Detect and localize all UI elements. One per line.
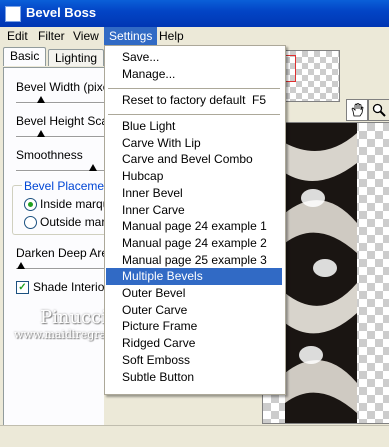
darken-deep-areas-label: Darken Deep Area: [16, 246, 115, 260]
bevel-width-label: Bevel Width (pixel: [16, 80, 113, 94]
menu-item-label: Ridged Carve: [122, 336, 196, 351]
menu-item-label: Picture Frame: [122, 319, 198, 334]
bevel-boss-window: Bevel Boss Edit Filter View Settings Hel…: [0, 0, 389, 447]
menu-item-preset-carve-with-lip[interactable]: Carve With Lip: [106, 135, 282, 152]
menu-item-label: Multiple Bevels: [122, 269, 203, 284]
status-bar: [0, 425, 389, 447]
menu-item-preset-hubcap[interactable]: Hubcap: [106, 168, 282, 185]
menu-settings[interactable]: Settings: [104, 27, 158, 45]
menu-item-preset-inner-carve[interactable]: Inner Carve: [106, 202, 282, 219]
menu-item-reset[interactable]: Reset to factory default F5: [106, 92, 282, 109]
bevel-height-thumb[interactable]: [37, 130, 45, 137]
inside-marquee-label: Inside marqu: [40, 197, 110, 211]
menu-item-preset-manual-page-25-example-3[interactable]: Manual page 25 example 3: [106, 252, 282, 269]
menu-separator: [108, 114, 280, 115]
menu-item-label: Inner Carve: [122, 202, 185, 217]
menu-item-label: Subtle Button: [122, 369, 195, 384]
hand-icon[interactable]: [346, 99, 368, 121]
menu-filter[interactable]: Filter: [33, 27, 70, 45]
menu-item-preset-manual-page-24-example-2[interactable]: Manual page 24 example 2: [106, 235, 282, 252]
darken-slider[interactable]: [16, 268, 104, 270]
menu-item-preset-subtle-button[interactable]: Subtle Button: [106, 369, 282, 386]
outside-marquee-radio[interactable]: [24, 216, 37, 229]
bevel-height-slider[interactable]: [16, 136, 104, 138]
menu-item-label: Inner Bevel: [122, 185, 183, 200]
tab-basic[interactable]: Basic: [3, 47, 47, 66]
menu-item-preset-picture-frame[interactable]: Picture Frame: [106, 318, 282, 335]
bevel-height-label: Bevel Height Scal: [16, 114, 111, 128]
darken-thumb[interactable]: [17, 262, 25, 269]
menu-item-label: Outer Carve: [122, 302, 188, 317]
title-bar[interactable]: Bevel Boss: [0, 0, 389, 27]
menu-item-save[interactable]: Save...: [106, 49, 282, 66]
menu-item-preset-manual-page-24-example-1[interactable]: Manual page 24 example 1: [106, 218, 282, 235]
menu-separator: [108, 88, 280, 89]
menu-item-preset-soft-emboss[interactable]: Soft Emboss: [106, 352, 282, 369]
menu-item-manage[interactable]: Manage...: [106, 66, 282, 83]
zoom-icon[interactable]: [368, 99, 389, 121]
menu-item-label: Manual page 25 example 3: [122, 252, 267, 267]
shade-interior-checkbox[interactable]: ✓: [16, 281, 29, 294]
tab-lighting[interactable]: Lighting: [48, 49, 105, 66]
menu-item-label: Carve and Bevel Combo: [122, 152, 253, 167]
bevel-width-thumb[interactable]: [37, 96, 45, 103]
menu-item-preset-ridged-carve[interactable]: Ridged Carve: [106, 335, 282, 352]
bevel-placement-label: Bevel Placemen: [22, 179, 113, 193]
window-title: Bevel Boss: [26, 5, 97, 20]
menu-item-label: Manual page 24 example 1: [122, 219, 267, 234]
menu-bar: Edit Filter View Settings Help: [0, 27, 389, 45]
menu-item-preset-inner-bevel[interactable]: Inner Bevel: [106, 185, 282, 202]
menu-item-preset-carve-and-bevel-combo[interactable]: Carve and Bevel Combo: [106, 151, 282, 168]
inside-marquee-radio[interactable]: [24, 198, 37, 211]
menu-item-label: Carve With Lip: [122, 135, 201, 150]
menu-help[interactable]: Help: [154, 27, 189, 45]
settings-dropdown: Save... Manage... Reset to factory defau…: [104, 45, 286, 395]
menu-item-label: Hubcap: [122, 169, 164, 184]
menu-item-label: Blue Light: [122, 119, 176, 133]
bevel-width-slider[interactable]: [16, 102, 104, 104]
menu-item-label: Soft Emboss: [122, 352, 191, 367]
menu-item-label: Manual page 24 example 2: [122, 235, 267, 250]
app-icon[interactable]: [5, 6, 21, 22]
menu-item-preset-blue-light[interactable]: Blue Light: [106, 118, 282, 135]
smoothness-label: Smoothness: [16, 148, 83, 162]
smoothness-thumb[interactable]: [89, 164, 97, 171]
menu-view[interactable]: View: [68, 27, 104, 45]
menu-item-preset-outer-carve[interactable]: Outer Carve: [106, 302, 282, 319]
menu-item-label: Outer Bevel: [122, 286, 186, 300]
menu-item-preset-outer-bevel[interactable]: Outer Bevel: [106, 285, 282, 302]
menu-edit[interactable]: Edit: [2, 27, 33, 45]
shade-interior-label: Shade Interior: [33, 280, 109, 294]
menu-item-preset-multiple-bevels[interactable]: Multiple Bevels: [106, 268, 282, 286]
